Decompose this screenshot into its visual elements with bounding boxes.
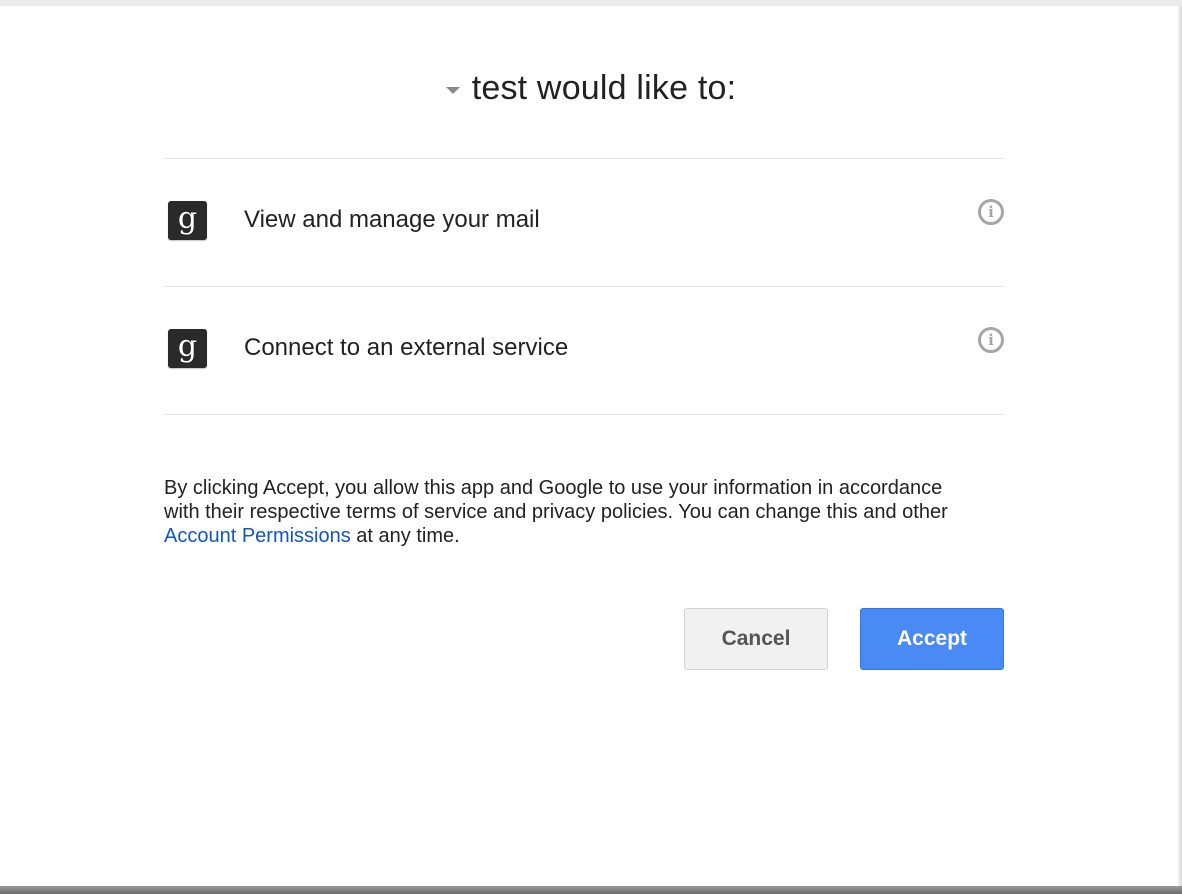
- info-icon[interactable]: i: [978, 199, 1004, 225]
- google-g-glyph: g: [177, 328, 198, 364]
- info-glyph: i: [988, 330, 994, 349]
- account-permissions-link[interactable]: Account Permissions: [164, 525, 351, 547]
- bottom-border: [0, 886, 1182, 894]
- consent-text-end: at any time.: [350, 525, 460, 547]
- info-icon[interactable]: i: [978, 327, 1004, 353]
- google-g-glyph: g: [177, 200, 198, 236]
- window-edge: [1177, 6, 1182, 886]
- oauth-consent-dialog: test would like to: g View and manage yo…: [0, 0, 1182, 894]
- google-g-icon: g: [168, 329, 207, 368]
- caret-down-icon[interactable]: [445, 86, 460, 94]
- google-g-icon: g: [168, 201, 207, 240]
- permission-item-mail: g View and manage your mail i: [164, 159, 1004, 286]
- page-title: test would like to:: [471, 68, 737, 107]
- top-border: [0, 0, 1182, 6]
- permission-item-external-service: g Connect to an external service i: [164, 287, 1004, 414]
- accept-button[interactable]: Accept: [860, 608, 1004, 670]
- info-glyph: i: [988, 202, 994, 221]
- dialog-header: test would like to:: [0, 66, 1182, 110]
- consent-text: By clicking Accept, you allow this app a…: [164, 476, 964, 548]
- cancel-button[interactable]: Cancel: [684, 608, 828, 670]
- divider: [164, 414, 1004, 415]
- permission-label: View and manage your mail: [244, 206, 540, 233]
- consent-text-start: By clicking Accept, you allow this app a…: [164, 477, 948, 523]
- permission-label: Connect to an external service: [244, 334, 569, 361]
